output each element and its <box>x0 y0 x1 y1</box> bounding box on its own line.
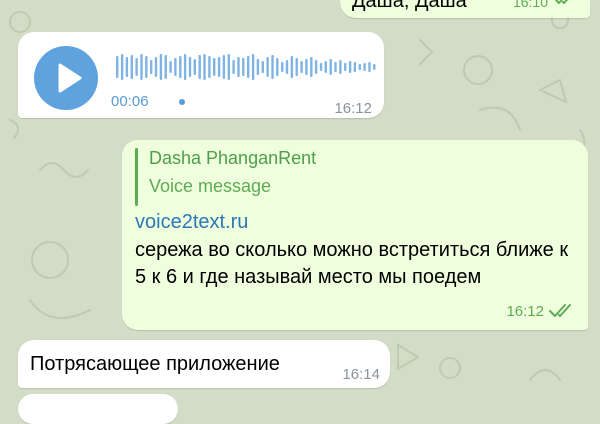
waveform-bar <box>140 54 143 80</box>
waveform-bar <box>348 61 352 73</box>
waveform-bar <box>227 54 230 80</box>
outgoing-message-partial[interactable]: Даша, Даша 16:10 <box>340 0 590 18</box>
waveform-bar <box>242 58 245 76</box>
voice-message[interactable]: 00:06 16:12 <box>18 32 384 118</box>
waveform-bar <box>154 57 158 77</box>
reply-author[interactable]: Dasha PhanganRent <box>149 148 316 169</box>
play-button[interactable] <box>34 46 98 110</box>
message-text: Потрясающее приложение <box>30 353 280 375</box>
outgoing-message-reply[interactable]: Dasha PhanganRent Voice message voice2te… <box>122 140 588 330</box>
waveform-bar <box>319 63 323 71</box>
waveform-bar <box>145 56 148 78</box>
double-check-icon <box>554 0 569 4</box>
waveform-bar <box>213 58 216 76</box>
waveform-bar <box>256 59 260 75</box>
waveform-bar <box>120 54 124 80</box>
waveform-bar <box>159 54 163 80</box>
waveform-bar <box>203 54 206 80</box>
waveform-bar <box>130 55 133 79</box>
waveform-bar <box>247 56 250 78</box>
reply-quote-bar <box>135 148 138 206</box>
incoming-message[interactable]: Потрясающее приложение 16:14 <box>18 340 390 388</box>
play-icon <box>58 63 82 93</box>
waveform-bar <box>208 56 211 78</box>
message-text: Даша, Даша <box>352 0 467 12</box>
message-text: сережа во сколько можно встретиться ближ… <box>135 239 569 288</box>
message-time: 16:10 <box>512 0 548 10</box>
waveform-bar <box>281 62 284 72</box>
waveform-bar <box>334 62 337 72</box>
waveform-bar <box>135 58 138 76</box>
waveform-bar <box>285 60 289 74</box>
waveform-bar <box>188 57 192 77</box>
waveform-bar <box>339 60 342 74</box>
message-time: 16:12 <box>334 100 372 117</box>
waveform-bar <box>217 57 221 77</box>
waveform-bar <box>344 63 347 71</box>
unplayed-dot <box>179 99 185 105</box>
waveform-bar <box>358 64 361 70</box>
message-link[interactable]: voice2text.ru <box>135 211 248 234</box>
voice-waveform[interactable] <box>116 52 378 82</box>
waveform-bar <box>276 58 279 76</box>
double-check-icon <box>549 304 571 317</box>
waveform-bar <box>251 54 255 80</box>
waveform-bar <box>183 54 187 80</box>
waveform-bar <box>198 55 201 79</box>
waveform-bar <box>290 56 294 78</box>
waveform-bar <box>363 63 366 71</box>
waveform-bar <box>305 59 308 75</box>
waveform-bar <box>271 55 274 79</box>
waveform-bar <box>324 61 327 73</box>
waveform-bar <box>261 61 264 73</box>
incoming-message-partial[interactable] <box>18 394 178 424</box>
waveform-bar <box>373 64 376 70</box>
waveform-bar <box>179 56 182 78</box>
waveform-bar <box>164 55 167 79</box>
waveform-bar <box>169 61 172 73</box>
waveform-bar <box>295 58 298 76</box>
waveform-bar <box>222 55 226 79</box>
waveform-bar <box>329 59 332 75</box>
message-time: 16:12 <box>506 303 544 320</box>
waveform-bar <box>368 62 371 72</box>
waveform-bar <box>125 57 129 77</box>
waveform-bar <box>300 61 303 73</box>
waveform-bar <box>193 59 196 75</box>
waveform-bar <box>232 60 235 74</box>
voice-duration: 00:06 <box>111 93 149 110</box>
waveform-bar <box>314 60 318 74</box>
waveform-bar <box>116 56 119 78</box>
waveform-bar <box>310 57 313 77</box>
waveform-bar <box>266 57 269 77</box>
waveform-bar <box>150 60 153 74</box>
reply-preview[interactable]: Voice message <box>149 176 271 197</box>
waveform-bar <box>353 62 357 72</box>
waveform-bar <box>174 58 177 76</box>
waveform-bar <box>237 57 240 77</box>
message-time: 16:14 <box>342 366 380 383</box>
